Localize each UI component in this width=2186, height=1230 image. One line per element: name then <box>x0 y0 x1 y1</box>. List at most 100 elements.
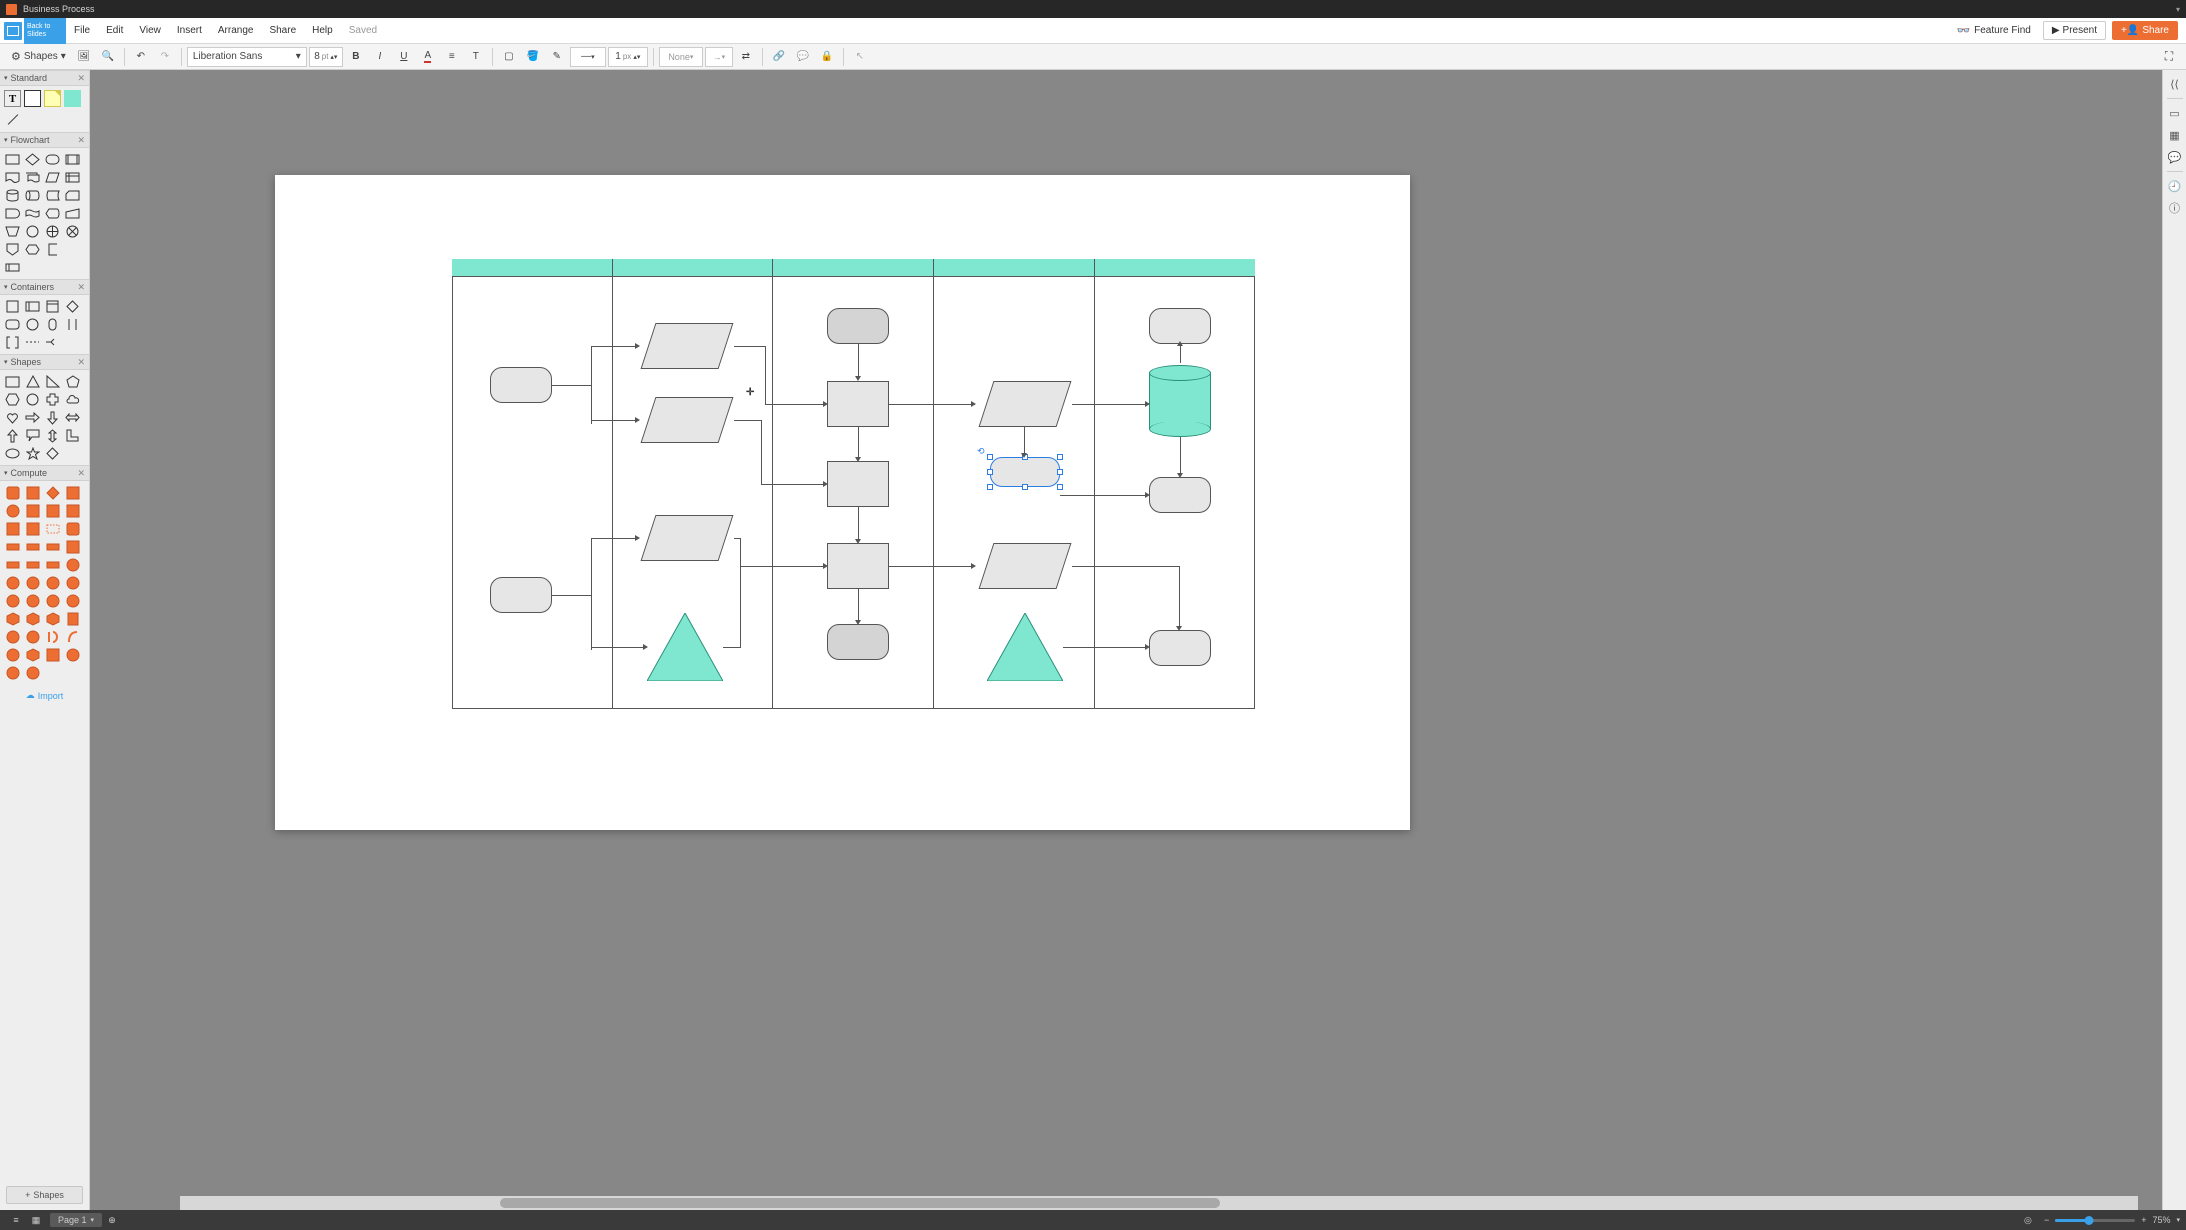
swimlane-diagram[interactable]: ⟲ <box>452 259 1255 709</box>
fc-storeddata[interactable] <box>44 188 61 203</box>
sh-pentagon[interactable] <box>64 374 81 389</box>
menu-arrange[interactable]: Arrange <box>210 18 262 44</box>
aws-compute-24[interactable] <box>64 575 81 590</box>
ct-pill-v[interactable] <box>44 317 61 332</box>
sh-cloud[interactable] <box>64 392 81 407</box>
panel-flowchart-header[interactable]: ▾ Flowchart ✕ <box>0 132 89 148</box>
database-cylinder[interactable] <box>1149 365 1211 437</box>
menu-help[interactable]: Help <box>304 18 341 44</box>
terminator-5-bot[interactable] <box>1149 630 1211 666</box>
sh-arrow-d[interactable] <box>44 410 61 425</box>
aws-compute-20[interactable] <box>64 557 81 572</box>
comment-button[interactable]: 💬 <box>792 46 814 68</box>
underline-button[interactable]: U <box>393 46 415 68</box>
aws-compute-27[interactable] <box>44 593 61 608</box>
dock-layout-button[interactable]: ▦ <box>2165 125 2185 145</box>
hotspot-tool[interactable] <box>64 90 81 107</box>
arrow-line-select[interactable]: →▾ <box>705 47 733 67</box>
zoom-slider[interactable] <box>2055 1219 2135 1222</box>
aws-compute-12[interactable] <box>64 521 81 536</box>
terminator-start-2[interactable] <box>490 577 552 613</box>
aws-compute-14[interactable] <box>24 539 41 554</box>
aws-compute-1[interactable] <box>4 485 21 500</box>
share-button[interactable]: +👤 Share <box>2112 21 2178 40</box>
terminator-5-top[interactable] <box>1149 308 1211 344</box>
sh-arrow-lr[interactable] <box>64 410 81 425</box>
dock-history-button[interactable]: 🕘 <box>2165 176 2185 196</box>
fc-manualinput[interactable] <box>64 206 81 221</box>
rotate-handle-icon[interactable]: ⟲ <box>977 446 985 457</box>
slide-list-button[interactable]: ≡ <box>6 1212 26 1228</box>
aws-compute-32[interactable] <box>64 611 81 626</box>
aws-compute-26[interactable] <box>24 593 41 608</box>
font-family-select[interactable]: Liberation Sans ▾ <box>187 47 307 67</box>
sh-arrow-u[interactable] <box>4 428 21 443</box>
sh-star[interactable] <box>24 446 41 461</box>
menu-file[interactable]: File <box>66 18 98 44</box>
aws-compute-41[interactable] <box>4 665 21 680</box>
dock-comments-button[interactable]: 💬 <box>2165 147 2185 167</box>
close-icon[interactable]: ✕ <box>77 282 85 293</box>
aws-compute-11[interactable] <box>44 521 61 536</box>
aws-compute-33[interactable] <box>4 629 21 644</box>
panel-containers-header[interactable]: ▾ Containers ✕ <box>0 279 89 295</box>
border-color-button[interactable]: ✎ <box>546 46 568 68</box>
box-tool[interactable] <box>24 90 41 107</box>
aws-compute-25[interactable] <box>4 593 21 608</box>
aws-compute-34[interactable] <box>24 629 41 644</box>
close-icon[interactable]: ✕ <box>77 357 85 368</box>
close-icon[interactable]: ✕ <box>77 468 85 479</box>
fc-terminator[interactable] <box>44 152 61 167</box>
terminator-5-mid[interactable] <box>1149 477 1211 513</box>
sh-L[interactable] <box>64 428 81 443</box>
feature-find-button[interactable]: 👓 Feature Find <box>1950 24 2036 37</box>
zoom-in-button[interactable]: + <box>2141 1215 2146 1225</box>
line-routing-button[interactable]: ⇄ <box>735 46 757 68</box>
fc-database[interactable] <box>4 188 21 203</box>
swimlane-header-row[interactable] <box>452 259 1255 277</box>
bold-button[interactable]: B <box>345 46 367 68</box>
fc-preparation[interactable] <box>24 242 41 257</box>
sh-diamond[interactable] <box>44 446 61 461</box>
aws-compute-28[interactable] <box>64 593 81 608</box>
terminator-selected[interactable]: ⟲ <box>990 457 1060 487</box>
menu-view[interactable]: View <box>131 18 169 44</box>
bucket-button[interactable]: 🪣 <box>522 46 544 68</box>
fc-multidoc[interactable] <box>24 170 41 185</box>
fc-connector[interactable] <box>24 224 41 239</box>
aws-compute-30[interactable] <box>24 611 41 626</box>
line-width-input[interactable]: 1 px ▴▾ <box>608 47 648 67</box>
close-icon[interactable]: ✕ <box>77 73 85 84</box>
fc-or[interactable] <box>44 224 61 239</box>
fc-document[interactable] <box>4 170 21 185</box>
fc-decision[interactable] <box>24 152 41 167</box>
process-2[interactable] <box>827 461 889 507</box>
swimlane-divider-3[interactable] <box>933 259 934 709</box>
menu-insert[interactable]: Insert <box>169 18 210 44</box>
aws-compute-37[interactable] <box>4 647 21 662</box>
data-3[interactable] <box>641 515 734 561</box>
close-icon[interactable]: ✕ <box>77 135 85 146</box>
aws-compute-35[interactable] <box>44 629 61 644</box>
text-color-button[interactable]: A <box>417 46 439 68</box>
aws-compute-36[interactable] <box>64 629 81 644</box>
data-2[interactable] <box>641 397 734 443</box>
link-button[interactable]: 🔗 <box>768 46 790 68</box>
process-3[interactable] <box>827 543 889 589</box>
shapes-dropdown[interactable]: ⚙ Shapes ▾ <box>6 50 71 63</box>
data-4[interactable] <box>979 381 1072 427</box>
aws-compute-23[interactable] <box>44 575 61 590</box>
slides-icon[interactable] <box>4 22 22 40</box>
aws-compute-13[interactable] <box>4 539 21 554</box>
fc-swimlane[interactable] <box>4 260 21 275</box>
zoom-value[interactable]: 75% <box>2152 1215 2170 1225</box>
redo-button[interactable]: ↷ <box>154 46 176 68</box>
fc-manualop[interactable] <box>4 224 21 239</box>
zoom-out-button[interactable]: − <box>2044 1215 2049 1225</box>
fc-process[interactable] <box>4 152 21 167</box>
ct-circle[interactable] <box>24 317 41 332</box>
line-style-select[interactable]: —▾ <box>570 47 606 67</box>
fc-delay[interactable] <box>4 206 21 221</box>
sh-cross[interactable] <box>44 392 61 407</box>
ct-swimlane-h[interactable] <box>24 299 41 314</box>
